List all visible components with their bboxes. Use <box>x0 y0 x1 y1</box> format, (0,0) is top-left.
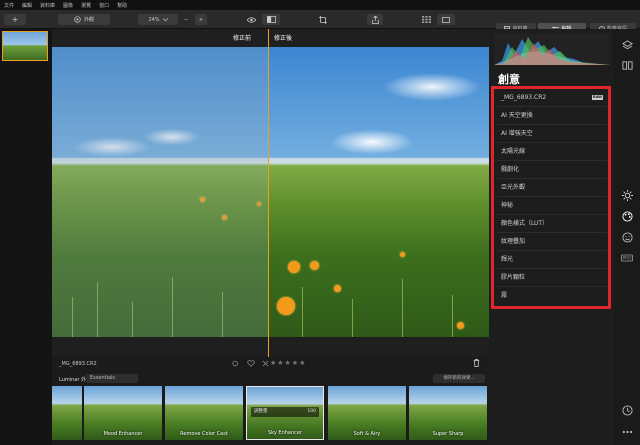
zoom-plus: + <box>198 16 204 23</box>
menu-view[interactable]: 瀏覽 <box>81 2 91 9</box>
histogram <box>494 33 610 65</box>
single-image-icon <box>442 16 450 23</box>
menu-file[interactable]: 文件 <box>4 2 14 9</box>
creative-tools-list: _MG_6893.CR2 RAW AI 天空更換 AI 增強天空 太陽光線 戲劇… <box>491 86 611 309</box>
tool-film-grain[interactable]: 膠片顆粒 <box>497 269 607 287</box>
looks-icon <box>74 16 81 23</box>
menu-help[interactable]: 幫助 <box>117 2 127 9</box>
tool-color-styles-lut[interactable]: 顏色樣式（LUT） <box>497 215 607 233</box>
menu-edit[interactable]: 編輯 <box>22 2 32 9</box>
look-preset[interactable]: Soft & Airy <box>328 386 406 440</box>
file-name: _MG_6893.CR2 <box>59 361 97 367</box>
looks-button[interactable]: 外觀 <box>58 14 110 25</box>
heart-icon[interactable] <box>247 360 255 367</box>
crop-icon <box>319 15 327 24</box>
trash-icon[interactable] <box>473 359 480 367</box>
layers-icon[interactable] <box>620 38 634 52</box>
zoom-out-button[interactable]: − <box>180 14 192 25</box>
preview-eye-button[interactable] <box>243 14 259 25</box>
flag-icon[interactable] <box>232 360 240 367</box>
look-preset[interactable]: Remove Color Cast <box>165 386 243 440</box>
sun-icon[interactable] <box>620 188 634 202</box>
look-label: Super Sharp <box>432 431 464 437</box>
grid-icon <box>421 16 431 23</box>
star-rating[interactable]: ★★★★★ <box>270 359 306 367</box>
look-label: Remove Color Cast <box>180 431 228 437</box>
filmstrip-thumbnail[interactable] <box>2 31 48 61</box>
split-view-icon <box>266 16 276 23</box>
look-preset[interactable]: Mood Enhancer <box>84 386 162 440</box>
grid-view-button[interactable] <box>417 14 435 25</box>
before-label: 修正前 <box>233 35 252 42</box>
menu-library[interactable]: 資料庫 <box>40 2 55 9</box>
look-label: Sky Enhancer <box>267 430 303 436</box>
looks-category-value: Essentials <box>90 375 116 381</box>
looks-category-select[interactable]: Essentials <box>86 374 138 383</box>
share-icon <box>371 15 379 24</box>
share-button[interactable] <box>367 14 383 25</box>
portrait-face-icon[interactable] <box>620 230 634 244</box>
svg-text:PRO: PRO <box>623 256 633 262</box>
eye-icon <box>246 16 256 23</box>
raw-badge: RAW <box>591 95 603 100</box>
tool-matte-look[interactable]: 亞光外觀 <box>497 179 607 197</box>
tool-texture-overlay[interactable]: 紋理疊加 <box>497 233 607 251</box>
more-options-icon[interactable] <box>620 425 634 439</box>
menu-bar: 文件 編輯 資料庫 圖像 瀏覽 窗口 幫助 <box>0 0 640 10</box>
look-preset-selected[interactable]: 調整量 100 Sky Enhancer <box>246 386 324 440</box>
look-label: Soft & Airy <box>353 431 381 437</box>
crop-button[interactable] <box>315 14 331 25</box>
before-after-divider[interactable] <box>268 29 269 357</box>
tool-fog[interactable]: 霧 <box>497 287 607 305</box>
amount-label: 調整量 <box>254 409 268 414</box>
panel-title: 創意 <box>498 73 520 86</box>
single-view-button[interactable] <box>437 14 455 25</box>
chevron-down-icon <box>162 17 168 21</box>
save-look-button[interactable]: 保存新的效果... <box>433 374 485 383</box>
tool-sunrays[interactable]: 太陽光線 <box>497 143 607 161</box>
pro-tools-icon[interactable]: PRO <box>620 251 634 265</box>
zoom-in-button[interactable]: + <box>195 14 207 25</box>
look-amount-slider[interactable]: 調整量 100 <box>251 407 319 417</box>
look-preset[interactable] <box>52 386 82 440</box>
zoom-value: 24% <box>148 16 160 23</box>
file-item[interactable]: _MG_6893.CR2 RAW <box>497 89 607 107</box>
look-preset[interactable]: Super Sharp <box>409 386 487 440</box>
tool-glow[interactable]: 輝光 <box>497 251 607 269</box>
compare-button[interactable] <box>262 14 280 25</box>
reject-icon[interactable] <box>262 360 269 367</box>
canvas-icon[interactable] <box>620 58 634 72</box>
after-label: 修正後 <box>274 35 293 42</box>
tool-dramatic[interactable]: 戲劇化 <box>497 161 607 179</box>
history-clock-icon[interactable] <box>620 403 634 417</box>
menu-window[interactable]: 窗口 <box>99 2 109 9</box>
tool-ai-sky-replacement[interactable]: AI 天空更換 <box>497 107 607 125</box>
look-label: Mood Enhancer <box>103 431 143 437</box>
before-overlay <box>52 47 268 337</box>
tool-ai-sky-enhancer[interactable]: AI 增強天空 <box>497 125 607 143</box>
zoom-minus: − <box>183 16 189 23</box>
amount-value: 100 <box>307 409 316 414</box>
looks-button-label: 外觀 <box>83 17 94 23</box>
zoom-dropdown[interactable]: 24% <box>138 14 178 25</box>
palette-icon[interactable] <box>620 209 634 223</box>
add-photos-button[interactable]: + <box>4 14 26 25</box>
file-item-name: _MG_6893.CR2 <box>501 94 547 101</box>
looks-strip: Mood Enhancer Remove Color Cast 調整量 100 … <box>52 386 489 442</box>
toolbar: + 外觀 24% − + 資料庫 編輯 影像資訊 <box>0 10 640 34</box>
tool-mystical[interactable]: 神秘 <box>497 197 607 215</box>
add-label: + <box>11 15 19 24</box>
filmstrip <box>0 29 52 445</box>
menu-image[interactable]: 圖像 <box>63 2 73 9</box>
